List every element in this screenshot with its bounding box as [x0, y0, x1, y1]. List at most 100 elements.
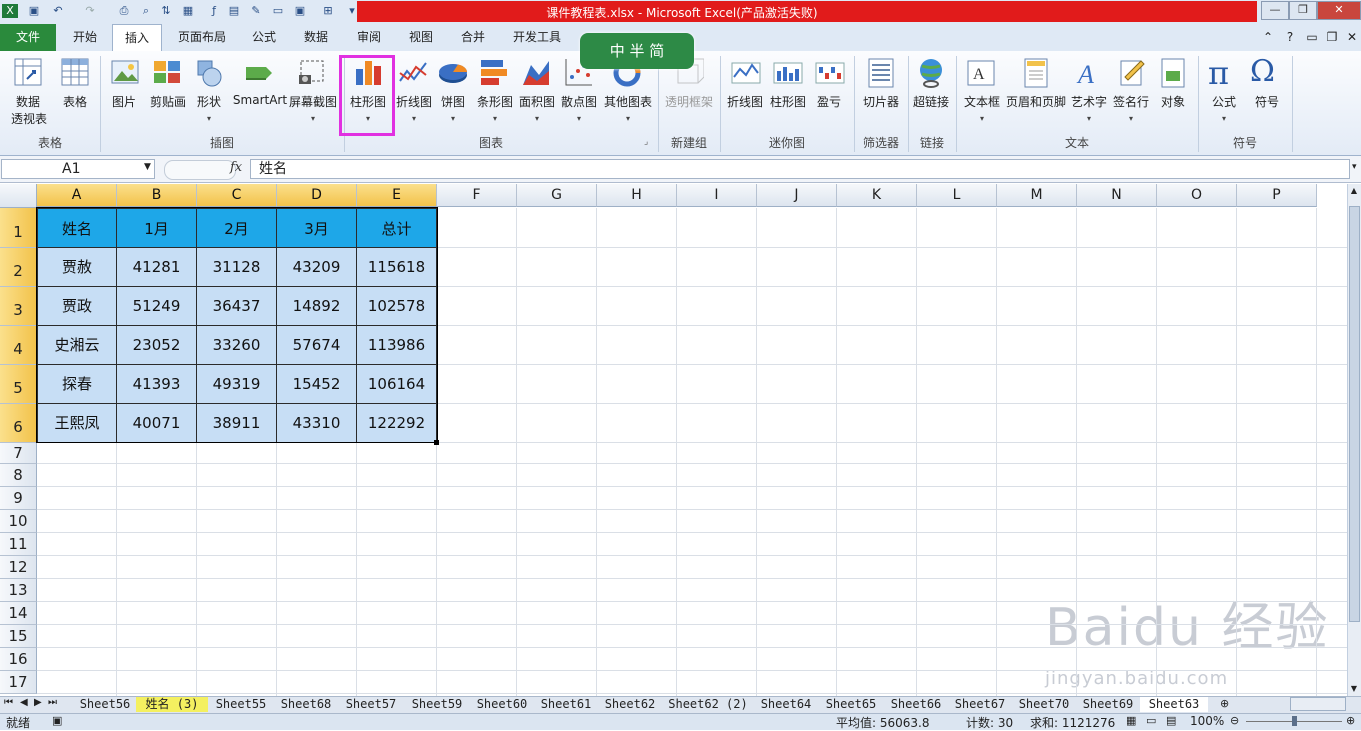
table-cell[interactable]: 15452 — [277, 365, 357, 404]
scroll-up-icon[interactable]: ▲ — [1348, 186, 1360, 200]
table-header-cell[interactable]: 3月 — [277, 208, 357, 248]
signature-line-icon[interactable] — [1117, 57, 1147, 89]
horizontal-scrollbar[interactable] — [1290, 697, 1346, 711]
column-header-L[interactable]: L — [917, 184, 997, 207]
formula-expand-icon[interactable]: ▾ — [1352, 162, 1357, 172]
table-cell[interactable]: 51249 — [117, 287, 197, 326]
sheet-tab[interactable]: Sheet62 — [598, 697, 662, 712]
page-break-view-icon[interactable]: ▤ — [1166, 714, 1176, 727]
borders-icon[interactable]: ⊞ — [320, 4, 336, 18]
zoom-out-icon[interactable]: ⊖ — [1230, 714, 1239, 727]
sheet-tab[interactable]: Sheet66 — [884, 697, 948, 712]
sheet-tab[interactable]: 姓名 (3) — [136, 697, 208, 712]
name-box-dropdown-icon[interactable]: ▼ — [144, 162, 151, 172]
table-cell[interactable]: 113986 — [357, 326, 437, 365]
textbox-icon[interactable]: A — [966, 57, 996, 89]
row-header-7[interactable]: 7 — [0, 443, 37, 464]
sheet-tab[interactable]: Sheet62 (2) — [662, 697, 754, 712]
table-header-cell[interactable]: 姓名 — [37, 208, 117, 248]
table-cell[interactable]: 14892 — [277, 287, 357, 326]
table-cell[interactable]: 41393 — [117, 365, 197, 404]
save-icon[interactable]: ▣ — [26, 4, 42, 18]
pivot-table-icon[interactable] — [13, 57, 43, 89]
help-icon[interactable]: ? — [1282, 24, 1298, 51]
object-icon[interactable] — [1158, 57, 1188, 89]
sheet-tab[interactable]: Sheet65 — [818, 697, 884, 712]
row-header-17[interactable]: 17 — [0, 671, 37, 694]
pie-chart-dropdown-icon[interactable]: ▾ — [436, 114, 470, 123]
sheet-tab[interactable]: Sheet69 — [1076, 697, 1140, 712]
scatter-chart-dropdown-icon[interactable]: ▾ — [558, 114, 600, 123]
table-cell[interactable]: 36437 — [197, 287, 277, 326]
tab-formulas[interactable]: 公式 — [244, 24, 284, 51]
form-icon[interactable]: ▤ — [226, 4, 242, 18]
table-cell[interactable]: 106164 — [357, 365, 437, 404]
column-header-H[interactable]: H — [597, 184, 677, 207]
header-footer-icon[interactable] — [1021, 57, 1051, 89]
wordart-icon[interactable]: A — [1074, 57, 1104, 89]
row-header-15[interactable]: 15 — [0, 625, 37, 648]
insert-function-icon[interactable]: fx — [230, 160, 242, 175]
equation-icon[interactable]: π — [1208, 54, 1229, 92]
tab-page-layout[interactable]: 页面布局 — [170, 24, 234, 51]
sparkline-winloss-icon[interactable] — [815, 57, 845, 89]
sheet-nav-prev-icon[interactable]: ◀ — [20, 697, 28, 708]
column-header-A[interactable]: A — [37, 184, 117, 207]
sheet-tab[interactable]: Sheet64 — [754, 697, 818, 712]
table-header-cell[interactable]: 2月 — [197, 208, 277, 248]
textbox-dropdown-icon[interactable]: ▾ — [960, 114, 1004, 123]
row-header-12[interactable]: 12 — [0, 556, 37, 579]
formula-expand-control[interactable] — [164, 160, 236, 180]
pivot-table-label-2[interactable]: 透视表 — [4, 110, 54, 127]
tab-file[interactable]: 文件 — [0, 24, 56, 51]
area-chart-dropdown-icon[interactable]: ▾ — [516, 114, 558, 123]
minimize-button[interactable]: — — [1261, 1, 1289, 20]
symbol-icon[interactable]: Ω — [1250, 54, 1275, 89]
table-cell[interactable]: 贾赦 — [37, 248, 117, 287]
row-header-6[interactable]: 6 — [0, 404, 37, 443]
table-cell[interactable]: 57674 — [277, 326, 357, 365]
normal-view-icon[interactable]: ▦ — [1126, 714, 1136, 727]
column-header-O[interactable]: O — [1157, 184, 1237, 207]
column-header-E[interactable]: E — [357, 184, 437, 207]
new-document-icon[interactable]: ▭ — [270, 4, 286, 18]
row-header-2[interactable]: 2 — [0, 248, 37, 287]
sort-icon[interactable]: ⇅ — [158, 4, 174, 18]
row-header-10[interactable]: 10 — [0, 510, 37, 533]
table-header-cell[interactable]: 1月 — [117, 208, 197, 248]
print-preview-icon[interactable]: ⌕ — [138, 4, 154, 18]
tab-insert[interactable]: 插入 — [112, 24, 162, 51]
row-header-1[interactable]: 1 — [0, 208, 37, 248]
zoom-slider-thumb[interactable] — [1292, 716, 1297, 726]
equation-dropdown-icon[interactable]: ▾ — [1204, 114, 1244, 123]
sheet-nav-last-icon[interactable]: ⏭ — [48, 697, 57, 708]
table-cell[interactable]: 41281 — [117, 248, 197, 287]
scroll-down-icon[interactable]: ▼ — [1348, 684, 1360, 696]
sheet-tab[interactable]: Sheet55 — [208, 697, 274, 712]
row-header-8[interactable]: 8 — [0, 464, 37, 487]
table-cell[interactable]: 122292 — [357, 404, 437, 443]
screenshot-icon[interactable] — [297, 57, 327, 89]
macro-record-icon[interactable]: ▣ — [52, 714, 62, 727]
tab-merge[interactable]: 合并 — [452, 24, 494, 51]
table-cell[interactable]: 史湘云 — [37, 326, 117, 365]
window-close-icon[interactable]: ✕ — [1344, 24, 1360, 51]
row-header-4[interactable]: 4 — [0, 326, 37, 365]
tab-developer[interactable]: 开发工具 — [506, 24, 568, 51]
table-cell[interactable]: 115618 — [357, 248, 437, 287]
tab-review[interactable]: 审阅 — [348, 24, 390, 51]
charts-dialog-launcher-icon[interactable]: ⌟ — [644, 137, 648, 147]
sheet-tab[interactable]: Sheet60 — [470, 697, 534, 712]
fill-handle[interactable] — [434, 440, 439, 445]
table-cell[interactable]: 探春 — [37, 365, 117, 404]
column-header-B[interactable]: B — [117, 184, 197, 207]
row-header-11[interactable]: 11 — [0, 533, 37, 556]
area-chart-icon[interactable] — [521, 57, 551, 89]
other-charts-dropdown-icon[interactable]: ▾ — [602, 114, 654, 123]
insert-sheet-icon[interactable]: ⊕ — [1220, 697, 1229, 710]
table-cell[interactable]: 43209 — [277, 248, 357, 287]
column-header-K[interactable]: K — [837, 184, 917, 207]
window-restore-icon[interactable]: ❐ — [1324, 24, 1340, 51]
redo-icon[interactable]: ↷ — [82, 4, 98, 18]
bar-chart-dropdown-icon[interactable]: ▾ — [474, 114, 516, 123]
